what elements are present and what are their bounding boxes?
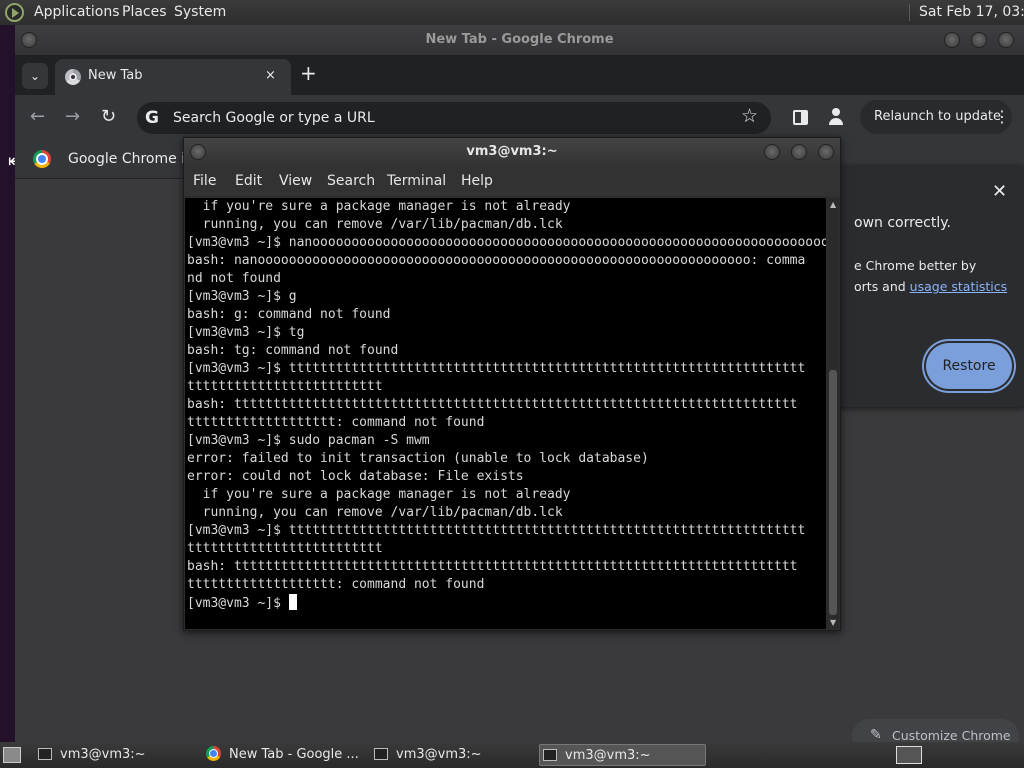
terminal-line: bash: tttttttttttttttttttttttttttttttttt… bbox=[187, 559, 798, 574]
terminal-line: if you're sure a package manager is not … bbox=[187, 487, 571, 502]
restore-button[interactable]: Restore bbox=[926, 343, 1012, 389]
terminal-line: [vm3@vm3 ~]$ g bbox=[187, 289, 297, 304]
scrollbar-thumb[interactable] bbox=[829, 370, 837, 615]
terminal-menu-help[interactable]: Help bbox=[461, 173, 493, 189]
tab-new-tab[interactable]: New Tab × bbox=[55, 59, 291, 95]
tab-close-icon[interactable]: × bbox=[265, 68, 276, 83]
back-arrow-icon[interactable]: ← bbox=[30, 106, 45, 128]
terminal-line: bash: tttttttttttttttttttttttttttttttttt… bbox=[187, 397, 798, 412]
terminal-line: bash: g: command not found bbox=[187, 307, 391, 322]
tab-search-button[interactable]: ⌄ bbox=[22, 63, 48, 89]
reload-icon[interactable]: ↻ bbox=[101, 106, 116, 128]
tab-title: New Tab bbox=[88, 68, 143, 83]
terminal-menu-edit[interactable]: Edit bbox=[235, 173, 262, 189]
google-g-icon: G bbox=[145, 108, 159, 128]
bubble-stats-text: e Chrome better by bbox=[854, 258, 977, 273]
terminal-scrollbar[interactable]: ▲ ▼ bbox=[827, 198, 839, 629]
terminal-line: bash: tg: command not found bbox=[187, 343, 399, 358]
bubble-stats-text-2: orts and usage statistics bbox=[854, 279, 1008, 294]
restore-pages-bubble: ✕ own correctly. e Chrome better by orts… bbox=[828, 165, 1024, 407]
terminal-line: error: could not lock database: File exi… bbox=[187, 469, 524, 484]
maximize-button[interactable] bbox=[971, 32, 987, 48]
relaunch-to-update-button[interactable]: Relaunch to update ⋮ bbox=[860, 100, 1012, 134]
terminal-line: error: failed to init transaction (unabl… bbox=[187, 451, 649, 466]
terminal-line: ttttttttttttttttttttttttt bbox=[187, 541, 383, 556]
menu-applications[interactable]: Applications bbox=[34, 0, 120, 25]
minimize-button[interactable] bbox=[944, 32, 960, 48]
taskbar-item-terminal-2[interactable]: vm3@vm3:~ bbox=[374, 744, 534, 766]
menu-places[interactable]: Places bbox=[122, 0, 167, 25]
terminal-cursor bbox=[288, 594, 297, 610]
terminal-line: ttttttttttttttttttt: command not found bbox=[187, 415, 485, 430]
terminal-minimize-button[interactable] bbox=[764, 144, 780, 160]
taskbar-item-chrome[interactable]: New Tab - Google ... bbox=[206, 744, 366, 766]
terminal-line: ttttttttttttttttttt: command not found bbox=[187, 577, 485, 592]
terminal-icon bbox=[374, 748, 388, 760]
chrome-logo-icon bbox=[33, 150, 51, 168]
chrome-menu-icon[interactable]: ⋮ bbox=[994, 107, 1010, 126]
terminal-line: running, you can remove /var/lib/pacman/… bbox=[187, 505, 563, 520]
customize-chrome-label: Customize Chrome bbox=[892, 728, 1011, 743]
terminal-line: if you're sure a package manager is not … bbox=[187, 199, 571, 214]
terminal-text: if you're sure a package manager is not … bbox=[187, 198, 826, 613]
bookmark-star-icon[interactable]: ☆ bbox=[741, 105, 758, 127]
scroll-up-icon[interactable]: ▲ bbox=[830, 200, 836, 209]
terminal-menubar: File Edit View Search Terminal Help bbox=[184, 166, 840, 196]
terminal-line: bash: nanooooooooooooooooooooooooooooooo… bbox=[187, 253, 806, 268]
forward-arrow-icon[interactable]: → bbox=[65, 106, 80, 128]
bubble-close-icon[interactable]: ✕ bbox=[992, 181, 1007, 202]
terminal-line: running, you can remove /var/lib/pacman/… bbox=[187, 217, 563, 232]
omnibox[interactable]: G Search Google or type a URL ☆ bbox=[137, 102, 771, 134]
chrome-window-title: New Tab - Google Chrome bbox=[425, 32, 614, 47]
terminal-line: [vm3@vm3 ~]$ nanoooooooooooooooooooooooo… bbox=[187, 235, 826, 250]
usage-statistics-link[interactable]: usage statistics bbox=[910, 279, 1007, 294]
chrome-toolbar: ← → ↻ G Search Google or type a URL ☆ Re… bbox=[15, 95, 1024, 141]
desktop-background: ⇤ bbox=[0, 25, 23, 742]
terminal-close-button[interactable] bbox=[818, 144, 834, 160]
terminal-menu-view[interactable]: View bbox=[279, 173, 312, 189]
terminal-prompt-line: [vm3@vm3 ~]$ bbox=[187, 594, 826, 613]
taskbar-item-terminal-3[interactable]: vm3@vm3:~ bbox=[539, 744, 706, 766]
close-window-button[interactable] bbox=[998, 32, 1014, 48]
terminal-maximize-button[interactable] bbox=[791, 144, 807, 160]
profile-icon[interactable] bbox=[827, 108, 845, 126]
terminal-output[interactable]: if you're sure a package manager is not … bbox=[185, 198, 826, 629]
chrome-titlebar[interactable]: New Tab - Google Chrome bbox=[15, 25, 1024, 55]
terminal-title: vm3@vm3:~ bbox=[466, 144, 558, 159]
terminal-line: [vm3@vm3 ~]$ ttttttttttttttttttttttttttt… bbox=[187, 361, 806, 376]
terminal-line: ttttttttttttttttttttttttt bbox=[187, 379, 383, 394]
terminal-icon bbox=[38, 748, 52, 760]
pencil-icon: ✎ bbox=[870, 727, 882, 743]
omnibox-placeholder[interactable]: Search Google or type a URL bbox=[173, 110, 375, 126]
workspace-switcher[interactable] bbox=[896, 746, 922, 764]
bubble-message: own correctly. bbox=[854, 215, 951, 231]
panel-separator bbox=[909, 4, 910, 21]
chrome-favicon-icon bbox=[65, 69, 81, 85]
relaunch-label: Relaunch to update bbox=[874, 109, 1002, 124]
terminal-menu-file[interactable]: File bbox=[193, 173, 216, 189]
taskbar-item-terminal-1[interactable]: vm3@vm3:~ bbox=[38, 744, 198, 766]
new-tab-button[interactable]: + bbox=[300, 63, 317, 83]
tab-strip: ⌄ New Tab × + bbox=[15, 55, 1024, 95]
terminal-line: [vm3@vm3 ~]$ sudo pacman -S mwm bbox=[187, 433, 430, 448]
taskbar: vm3@vm3:~ New Tab - Google ... vm3@vm3:~… bbox=[0, 742, 1024, 768]
show-desktop-icon[interactable] bbox=[3, 747, 21, 763]
terminal-line: [vm3@vm3 ~]$ ttttttttttttttttttttttttttt… bbox=[187, 523, 806, 538]
distro-logo-icon[interactable] bbox=[5, 3, 24, 22]
terminal-menu-terminal[interactable]: Terminal bbox=[387, 173, 446, 189]
scroll-down-icon[interactable]: ▼ bbox=[830, 618, 836, 627]
terminal-icon bbox=[543, 749, 557, 761]
terminal-prompt: [vm3@vm3 ~]$ bbox=[187, 596, 289, 611]
infobar-text: Google Chrome isr bbox=[68, 151, 199, 167]
clock[interactable]: Sat Feb 17, 03:14 bbox=[919, 0, 1024, 25]
side-panel-icon[interactable] bbox=[793, 110, 808, 125]
menu-system[interactable]: System bbox=[174, 0, 226, 25]
terminal-window: vm3@vm3:~ File Edit View Search Terminal… bbox=[183, 137, 841, 631]
chrome-icon bbox=[206, 746, 221, 761]
top-panel: Applications Places System Sat Feb 17, 0… bbox=[0, 0, 1024, 25]
terminal-line: [vm3@vm3 ~]$ tg bbox=[187, 325, 305, 340]
terminal-menu-search[interactable]: Search bbox=[327, 173, 375, 189]
terminal-titlebar[interactable]: vm3@vm3:~ bbox=[184, 138, 840, 166]
terminal-line: nd not found bbox=[187, 271, 281, 286]
